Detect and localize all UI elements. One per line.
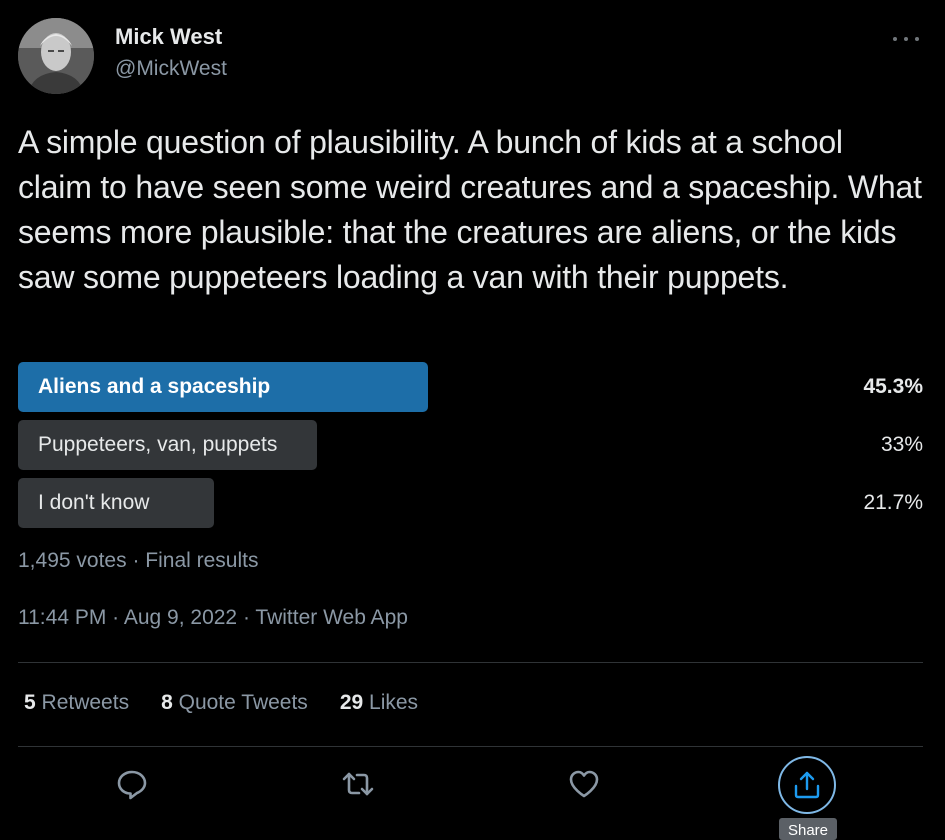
poll-vote-count: 1,495 votes xyxy=(18,549,127,572)
more-dot-icon xyxy=(915,37,919,41)
avatar[interactable] xyxy=(18,18,94,94)
poll-option-percent: 45.3% xyxy=(863,375,923,398)
poll-option-percent: 33% xyxy=(880,433,923,456)
reply-icon xyxy=(117,770,147,800)
like-button[interactable] xyxy=(566,766,602,802)
poll-status: Final results xyxy=(145,549,259,572)
poll-option: Puppeteers, van, puppets 33% xyxy=(18,420,923,470)
poll-option-label: Aliens and a spaceship xyxy=(38,375,271,398)
share-tooltip: Share xyxy=(779,818,837,840)
retweet-button[interactable] xyxy=(340,766,376,802)
retweets-count: 5 xyxy=(24,691,36,714)
author-display-name[interactable]: Mick West xyxy=(115,24,222,50)
engagement-stats: 5 Retweets 8 Quote Tweets 29 Likes xyxy=(24,691,418,715)
likes-label: Likes xyxy=(369,691,419,714)
poll-option-label: Puppeteers, van, puppets xyxy=(38,433,278,456)
poll-option: I don't know 21.7% xyxy=(18,478,923,528)
tweet-source[interactable]: Twitter Web App xyxy=(255,606,408,629)
likes-stat[interactable]: 29 Likes xyxy=(340,691,418,715)
tweet-timestamp: 11:44 PM · Aug 9, 2022 · Twitter Web App xyxy=(18,606,408,630)
poll-summary: 1,495 votes · Final results xyxy=(18,549,258,573)
heart-icon xyxy=(569,770,599,798)
retweet-icon xyxy=(342,772,374,796)
share-button[interactable] xyxy=(778,756,836,814)
separator-dot: · xyxy=(112,606,124,629)
poll-option-percent: 21.7% xyxy=(863,491,923,514)
retweets-stat[interactable]: 5 Retweets xyxy=(24,691,129,715)
more-options-button[interactable] xyxy=(889,28,923,50)
share-icon xyxy=(794,771,820,799)
more-dot-icon xyxy=(893,37,897,41)
tweet-text: A simple question of plausibility. A bun… xyxy=(18,124,922,295)
reply-button[interactable] xyxy=(114,766,150,802)
quote-tweets-count: 8 xyxy=(161,691,173,714)
tweet-date[interactable]: Aug 9, 2022 xyxy=(124,606,237,629)
quote-tweets-stat[interactable]: 8 Quote Tweets xyxy=(161,691,308,715)
likes-count: 29 xyxy=(339,691,364,714)
poll-option-label: I don't know xyxy=(38,491,150,514)
tweet-time[interactable]: 11:44 PM xyxy=(18,606,106,629)
more-dot-icon xyxy=(904,37,908,41)
divider xyxy=(18,662,923,663)
quote-tweets-label: Quote Tweets xyxy=(178,691,308,714)
author-handle[interactable]: @MickWest xyxy=(115,57,227,81)
avatar-photo xyxy=(18,18,94,94)
separator-dot: · xyxy=(132,549,146,572)
separator-dot: · xyxy=(242,606,256,629)
retweets-label: Retweets xyxy=(41,691,130,714)
divider xyxy=(18,746,923,747)
poll-option: Aliens and a spaceship 45.3% xyxy=(18,362,923,412)
